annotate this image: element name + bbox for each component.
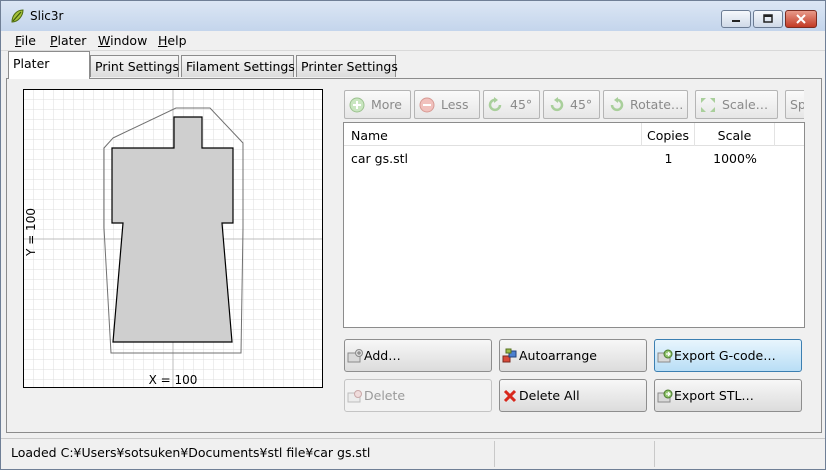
rotate-left-label: 45° [510, 97, 533, 112]
menu-help-mnemonic: H [158, 33, 168, 48]
rotate-icon [610, 96, 624, 111]
menu-help[interactable]: Help [158, 33, 187, 48]
menu-bar: File Plater Window Help [1, 31, 825, 51]
export-stl-icon [657, 389, 673, 402]
plater-toolbar: More Less 45° 45° Rotate… Scale… Sp [344, 90, 804, 120]
export-gcode-button[interactable]: Export G-code… [654, 339, 802, 372]
tab-print-settings[interactable]: Print Settings [90, 55, 179, 77]
x-dimension-label: X = 100 [149, 373, 198, 387]
delete-all-label: Delete All [519, 388, 580, 403]
window-title: Slic3r [30, 9, 64, 23]
status-message: Loaded C:¥Users¥sotsuken¥Documents¥stl f… [11, 445, 371, 460]
object-list[interactable]: Name Copies Scale car gs.stl 1 1000% [343, 122, 805, 328]
minus-icon [419, 97, 435, 112]
export-gcode-label: Export G-code… [674, 348, 776, 363]
maximize-icon [763, 14, 773, 23]
object-name: car gs.stl [351, 151, 408, 166]
delete-brick-icon [347, 389, 362, 402]
object-row[interactable]: car gs.stl 1 1000% [344, 147, 804, 167]
settings-tabs: Plater Print Settings Filament Settings … [1, 51, 825, 79]
delete-all-x-icon [503, 389, 517, 402]
more-label: More [371, 97, 402, 112]
column-spacer-header [775, 123, 804, 146]
autoarrange-bricks-icon [502, 348, 517, 362]
delete-button[interactable]: Delete [344, 379, 492, 412]
status-separator [654, 441, 655, 467]
menu-file[interactable]: File [15, 33, 36, 48]
object-list-header: Name Copies Scale [344, 123, 804, 146]
bed-preview[interactable]: X = 100 Y = 100 [24, 90, 322, 387]
maximize-button[interactable] [753, 10, 783, 28]
export-gcode-icon [657, 349, 673, 362]
column-name-header[interactable]: Name [344, 123, 642, 146]
plater-canvas[interactable]: X = 100 Y = 100 [23, 89, 323, 388]
tab-filament-settings[interactable]: Filament Settings [181, 55, 295, 77]
add-brick-icon [347, 348, 363, 362]
column-copies-header[interactable]: Copies [642, 123, 695, 146]
scale-button[interactable]: Scale… [695, 90, 778, 119]
delete-label: Delete [364, 388, 406, 403]
split-button[interactable]: Sp [785, 90, 804, 119]
rotate-label: Rotate… [630, 97, 684, 112]
rotate-right-label: 45° [570, 97, 593, 112]
object-scale: 1000% [713, 151, 757, 166]
scale-arrows-icon [701, 97, 715, 112]
title-bar[interactable]: Slic3r [1, 1, 825, 31]
scale-label: Scale… [722, 97, 769, 112]
menu-window[interactable]: Window [98, 33, 147, 48]
autoarrange-label: Autoarrange [519, 348, 597, 363]
status-separator [494, 441, 495, 467]
object-copies: 1 [664, 151, 673, 166]
minimize-icon [732, 20, 740, 22]
export-stl-label: Export STL… [674, 388, 754, 403]
menu-window-label: indow [110, 33, 148, 48]
autoarrange-button[interactable]: Autoarrange [499, 339, 647, 372]
delete-all-button[interactable]: Delete All [499, 379, 647, 412]
minimize-button[interactable] [721, 10, 751, 28]
column-scale-header[interactable]: Scale [695, 123, 775, 146]
close-icon [796, 14, 806, 24]
menu-file-label: ile [21, 33, 36, 48]
menu-help-label: elp [167, 33, 187, 48]
tab-printer-settings[interactable]: Printer Settings [296, 55, 398, 77]
menu-plater-mnemonic: P [50, 33, 58, 48]
add-button[interactable]: Add… [344, 339, 492, 372]
status-bar: Loaded C:¥Users¥sotsuken¥Documents¥stl f… [1, 438, 825, 469]
export-stl-button[interactable]: Export STL… [654, 379, 802, 412]
app-window: Slic3r File Plater Window Help Plater Pr… [0, 0, 826, 470]
add-label: Add… [364, 348, 401, 363]
menu-plater[interactable]: Plater [50, 33, 86, 48]
slic3r-logo-icon [11, 9, 24, 23]
close-button[interactable] [785, 10, 817, 28]
rotate-button[interactable]: Rotate… [603, 90, 688, 119]
more-button[interactable]: More [344, 90, 411, 119]
rotate-left-45-button[interactable]: 45° [483, 90, 540, 119]
tab-plater[interactable]: Plater [8, 51, 90, 79]
rotate-right-45-button[interactable]: 45° [543, 90, 600, 119]
object-silhouette[interactable] [111, 116, 234, 343]
menu-window-mnemonic: W [98, 33, 111, 48]
rotate-left-icon [488, 96, 502, 111]
menu-plater-label: later [57, 33, 87, 48]
split-label: Sp [790, 97, 804, 112]
rotate-right-icon [550, 96, 564, 111]
y-dimension-label: Y = 100 [24, 208, 38, 257]
plus-icon [349, 97, 365, 112]
less-button[interactable]: Less [414, 90, 480, 119]
less-label: Less [441, 97, 469, 112]
